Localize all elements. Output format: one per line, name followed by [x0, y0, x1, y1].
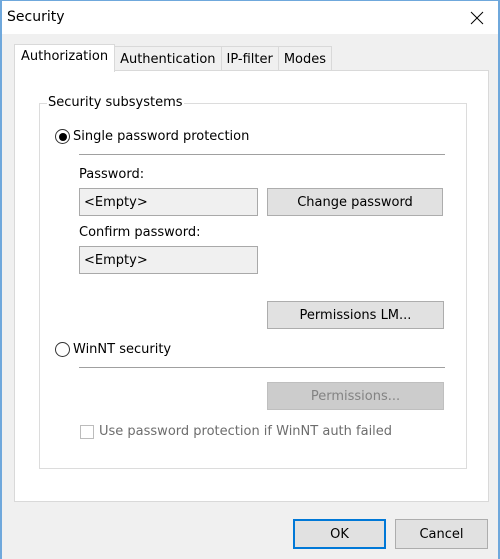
close-button[interactable] — [462, 4, 492, 32]
password-field[interactable]: <Empty> — [79, 188, 258, 216]
password-label: Password: — [79, 167, 145, 182]
winnt-separator — [79, 367, 445, 368]
ok-button[interactable]: OK — [293, 519, 386, 549]
fallback-password-label: Use password protection if WinNT auth fa… — [99, 424, 393, 439]
authorization-panel: Security subsystems Single password prot… — [14, 70, 489, 502]
single-password-radio[interactable]: Single password protection — [55, 129, 249, 144]
change-password-button[interactable]: Change password — [267, 188, 443, 216]
radio-unselected-icon — [55, 342, 70, 357]
cancel-button[interactable]: Cancel — [395, 519, 488, 549]
group-legend: Security subsystems — [47, 95, 184, 110]
security-subsystems-group: Security subsystems Single password prot… — [39, 95, 467, 469]
tab-modes[interactable]: Modes — [277, 46, 333, 71]
tab-bar: Authorization Authentication IP-filter M… — [14, 44, 333, 72]
single-password-label: Single password protection — [73, 129, 250, 144]
winnt-security-radio[interactable]: WinNT security — [55, 342, 171, 357]
tab-ip-filter[interactable]: IP-filter — [220, 46, 279, 71]
tab-authentication[interactable]: Authentication — [114, 46, 222, 71]
tab-authorization[interactable]: Authorization — [14, 44, 116, 72]
fallback-password-checkbox-row: Use password protection if WinNT auth fa… — [80, 424, 392, 439]
permissions-lm-button[interactable]: Permissions LM... — [267, 301, 444, 329]
radio-selected-icon — [55, 129, 70, 144]
title-bar: Security — [2, 1, 498, 34]
security-dialog: Security Authorization Authentication IP… — [0, 0, 500, 559]
fallback-password-checkbox — [80, 424, 94, 439]
winnt-security-label: WinNT security — [73, 342, 172, 357]
confirm-password-label: Confirm password: — [79, 225, 201, 240]
confirm-password-field[interactable]: <Empty> — [79, 246, 258, 274]
permissions-button: Permissions... — [267, 382, 444, 410]
single-password-separator — [79, 154, 445, 155]
close-icon — [470, 11, 484, 25]
dialog-title: Security — [7, 9, 65, 25]
